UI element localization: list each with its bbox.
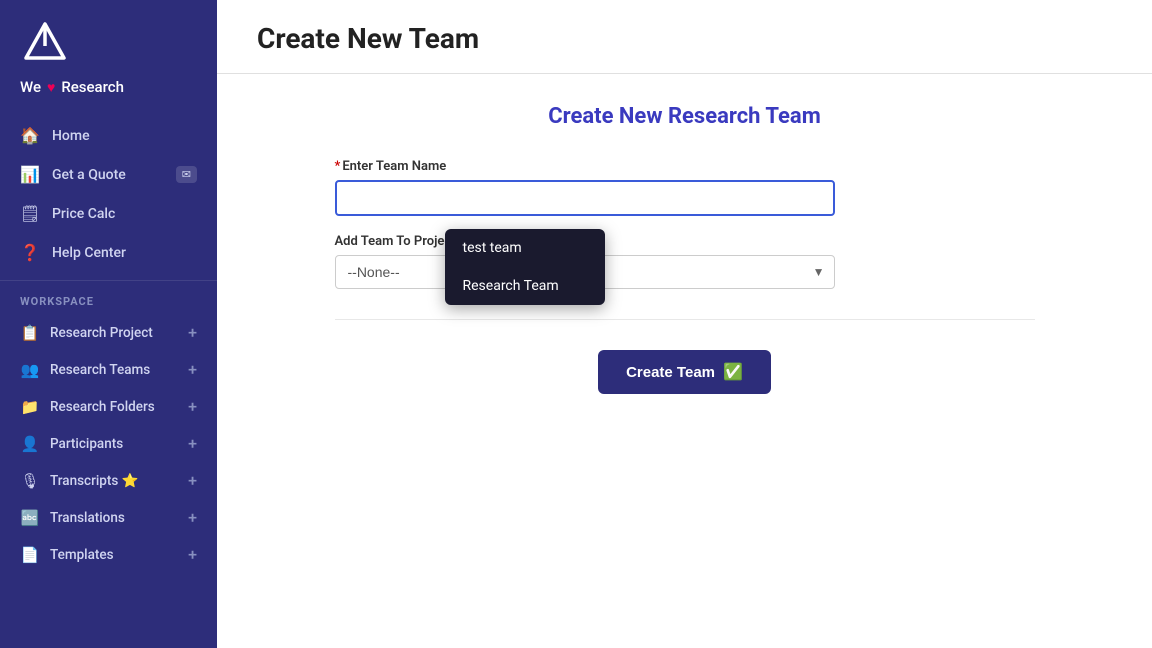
create-team-button[interactable]: Create Team ✅ xyxy=(598,350,771,394)
logo-icon xyxy=(20,18,70,68)
team-name-group: *Enter Team Name test team Research Team xyxy=(335,159,1035,216)
team-name-input[interactable] xyxy=(335,180,835,216)
sidebar-nav: 🏠 Home 📊 Get a Quote ✉ 🗒 Price Calc ❓ He… xyxy=(0,112,217,276)
transcripts-icon: 🎙 xyxy=(20,472,40,490)
research-folders-icon: 📁 xyxy=(20,398,40,416)
heart-icon: ♥ xyxy=(47,79,55,96)
page-title: Create New Team xyxy=(257,22,1112,55)
divider xyxy=(335,319,1035,320)
form-container: Create New Research Team *Enter Team Nam… xyxy=(335,104,1035,394)
sidebar-item-participants-label: Participants xyxy=(50,436,123,452)
page-header: Create New Team xyxy=(217,0,1152,74)
team-name-label-text: Enter Team Name xyxy=(342,159,446,174)
sidebar-item-help-center[interactable]: ❓ Help Center xyxy=(0,233,217,272)
page-content: Create New Research Team *Enter Team Nam… xyxy=(217,74,1152,648)
sidebar-item-research-teams-label: Research Teams xyxy=(50,362,150,378)
sidebar-item-home-label: Home xyxy=(52,128,90,144)
sidebar-item-research-project[interactable]: 📋 Research Project + xyxy=(0,314,217,351)
sidebar: We ♥ Research 🏠 Home 📊 Get a Quote ✉ 🗒 P… xyxy=(0,0,217,648)
calc-icon: 🗒 xyxy=(20,204,40,223)
research-project-add-btn[interactable]: + xyxy=(188,323,197,342)
sidebar-item-get-a-quote[interactable]: 📊 Get a Quote ✉ xyxy=(0,155,217,194)
autocomplete-item-test-team[interactable]: test team xyxy=(445,229,605,267)
sidebar-item-transcripts-label: Transcripts ⭐ xyxy=(50,473,138,489)
translations-icon: 🔤 xyxy=(20,509,40,527)
sidebar-brand: We ♥ Research xyxy=(0,78,217,112)
brand-text-we: We xyxy=(20,78,41,96)
brand-text-research: Research xyxy=(61,78,124,96)
sidebar-item-help-label: Help Center xyxy=(52,245,126,261)
autocomplete-item-research-team[interactable]: Research Team xyxy=(445,267,605,305)
home-icon: 🏠 xyxy=(20,126,40,145)
add-team-label: Add Team To Project xyxy=(335,234,1035,249)
create-btn-container: Create Team ✅ xyxy=(335,350,1035,394)
participants-add-btn[interactable]: + xyxy=(188,434,197,453)
research-teams-add-btn[interactable]: + xyxy=(188,360,197,379)
team-name-label: *Enter Team Name xyxy=(335,159,1035,174)
quote-badge: ✉ xyxy=(176,166,197,183)
sidebar-item-participants[interactable]: 👤 Participants + xyxy=(0,425,217,462)
form-heading: Create New Research Team xyxy=(335,104,1035,129)
sidebar-item-translations[interactable]: 🔤 Translations + xyxy=(0,499,217,536)
add-team-project-group: Add Team To Project --None-- test team R… xyxy=(335,234,1035,289)
sidebar-item-pricecalc-label: Price Calc xyxy=(52,206,115,222)
research-project-icon: 📋 xyxy=(20,324,40,342)
templates-add-btn[interactable]: + xyxy=(188,545,197,564)
check-icon: ✅ xyxy=(723,362,743,382)
research-folders-add-btn[interactable]: + xyxy=(188,397,197,416)
sidebar-item-research-teams[interactable]: 👥 Research Teams + xyxy=(0,351,217,388)
templates-icon: 📄 xyxy=(20,546,40,564)
sidebar-item-translations-label: Translations xyxy=(50,510,125,526)
sidebar-item-research-project-label: Research Project xyxy=(50,325,153,341)
main-content: Create New Team Create New Research Team… xyxy=(217,0,1152,648)
transcripts-add-btn[interactable]: + xyxy=(188,471,197,490)
logo-area xyxy=(0,0,217,78)
sidebar-item-price-calc[interactable]: 🗒 Price Calc xyxy=(0,194,217,233)
sidebar-item-templates-label: Templates xyxy=(50,547,114,563)
translations-add-btn[interactable]: + xyxy=(188,508,197,527)
required-marker: * xyxy=(335,159,341,174)
participants-icon: 👤 xyxy=(20,435,40,453)
sidebar-item-transcripts[interactable]: 🎙 Transcripts ⭐ + xyxy=(0,462,217,499)
autocomplete-dropdown: test team Research Team xyxy=(445,229,605,305)
chart-icon: 📊 xyxy=(20,165,40,184)
sidebar-item-templates[interactable]: 📄 Templates + xyxy=(0,536,217,573)
sidebar-item-research-folders[interactable]: 📁 Research Folders + xyxy=(0,388,217,425)
sidebar-item-research-folders-label: Research Folders xyxy=(50,399,155,415)
sidebar-item-quote-label: Get a Quote xyxy=(52,167,126,183)
create-btn-label: Create Team xyxy=(626,364,715,381)
research-teams-icon: 👥 xyxy=(20,361,40,379)
help-icon: ❓ xyxy=(20,243,40,262)
workspace-section-label: WORKSPACE xyxy=(0,280,217,314)
sidebar-item-home[interactable]: 🏠 Home xyxy=(0,116,217,155)
